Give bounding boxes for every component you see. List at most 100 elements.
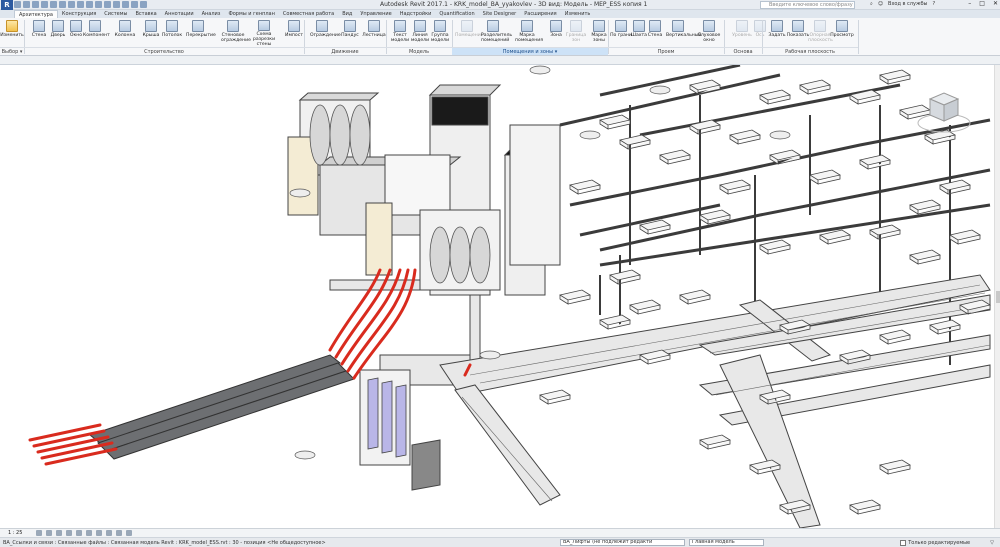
editable-only-toggle[interactable]: Только редактируемые (900, 539, 970, 546)
ribbon-button[interactable]: Марка помещения (515, 19, 543, 47)
status-text: BA_Ссылки и связи : Связанные файлы : Св… (3, 539, 326, 546)
ribbon-button[interactable]: Лестница (362, 19, 386, 47)
ribbon-button[interactable]: Граница зон (564, 19, 588, 47)
ribbon-button[interactable]: Компонент (83, 19, 110, 47)
view-scale[interactable]: 1 : 25 (0, 530, 34, 536)
ribbon-button[interactable]: Колонна (113, 19, 137, 47)
text-icon[interactable] (95, 1, 102, 8)
ribbon-panel-title[interactable]: Движение (304, 47, 386, 55)
reveal-hidden-icon[interactable] (116, 530, 122, 536)
ribbon-panel-title[interactable]: Модель (386, 47, 452, 55)
crop-view-icon[interactable] (76, 530, 82, 536)
ribbon-tab[interactable]: Анализ (198, 10, 225, 18)
search-input[interactable]: Введите ключевое слово/фразу (760, 1, 855, 9)
3d-viewport[interactable] (0, 65, 1000, 528)
ribbon-button[interactable]: Схема разрезки стены (252, 19, 276, 47)
design-option-selector[interactable]: Главная модель (689, 539, 764, 546)
analytical-model-icon[interactable] (126, 530, 132, 536)
scroll-thumb[interactable] (996, 291, 1000, 303)
lock-view-icon[interactable] (96, 530, 102, 536)
ribbon-button-label: Перекрытие (186, 33, 216, 38)
tag-icon[interactable] (86, 1, 93, 8)
ribbon-tab[interactable]: Архитектура (14, 10, 58, 18)
ribbon-panel-title[interactable]: Помещения и зоны ▾ (452, 47, 608, 55)
ribbon-button[interactable]: Помещение (455, 19, 484, 47)
ribbon-tab[interactable]: Системы (100, 10, 131, 18)
ribbon-button[interactable]: Просмотр (830, 19, 854, 47)
ribbon-button[interactable]: Перекрытие (186, 19, 216, 47)
editable-only-checkbox[interactable] (900, 539, 907, 546)
ribbon-tabs: Архитектура Конструкция Системы Вставка Анно… (0, 10, 1000, 18)
undo-icon[interactable] (41, 1, 48, 8)
open-icon[interactable] (14, 1, 21, 8)
ribbon-tab[interactable]: Совместная работа (279, 10, 338, 18)
ribbon-panel-title[interactable]: Выбор ▾ (0, 47, 24, 55)
tool-icon (368, 20, 380, 32)
minimize-icon[interactable]: – (968, 0, 971, 7)
section-icon[interactable] (113, 1, 120, 8)
sun-path-icon[interactable] (56, 530, 62, 536)
maximize-icon[interactable]: □ (979, 0, 985, 7)
ribbon-button[interactable]: Стена (643, 19, 667, 47)
ribbon-tab[interactable]: Аннотации (161, 10, 198, 18)
show-crop-icon[interactable] (86, 530, 92, 536)
luminaire (618, 134, 652, 150)
application-menu-button[interactable]: R (1, 0, 13, 10)
ribbon-tab[interactable]: Управление (356, 10, 395, 18)
vertical-scrollbar[interactable] (994, 65, 1000, 528)
viewcube[interactable] (916, 85, 972, 135)
binoculars-icon[interactable]: ⌕ (870, 1, 873, 7)
filter-icon[interactable]: ▽ (990, 540, 994, 546)
ribbon-button[interactable]: Разделитель помещений (481, 19, 512, 47)
ribbon-button[interactable]: Вертикальный (666, 19, 701, 47)
ribbon-panel-title[interactable]: Строительство (24, 47, 304, 55)
ribbon-button[interactable]: Ограждение (310, 19, 341, 47)
luminaire (858, 154, 892, 170)
switch-windows-icon[interactable] (140, 1, 147, 8)
ribbon-button[interactable]: Опорная плоскость (808, 19, 833, 47)
sync-icon[interactable] (32, 1, 39, 8)
print-icon[interactable] (59, 1, 66, 8)
ribbon-button[interactable]: Потолок (160, 19, 184, 47)
ribbon-tab[interactable]: Расширения (520, 10, 560, 18)
ribbon-button[interactable]: Пандус (338, 19, 362, 47)
ribbon-panel-title[interactable]: Рабочая плоскость (762, 47, 858, 55)
ribbon-button-label: Показать (786, 33, 810, 38)
ribbon-button[interactable]: Изменить (0, 19, 24, 47)
thin-lines-icon[interactable] (122, 1, 129, 8)
3d-view-icon[interactable] (104, 1, 111, 8)
ribbon-tab[interactable]: Надстройки (396, 10, 436, 18)
ribbon-tab[interactable]: Формы и генплан (224, 10, 278, 18)
tool-icon (736, 20, 748, 32)
ribbon-button[interactable]: Слуховое окно (697, 19, 721, 47)
ribbon-button[interactable]: Стеновое ограждение (221, 19, 251, 47)
tool-icon (6, 20, 18, 32)
ribbon-tab[interactable]: Site Designer (479, 10, 521, 18)
ribbon-tab[interactable]: Изменить (561, 10, 595, 18)
ribbon-tab[interactable]: Вставка (131, 10, 160, 18)
user-icon[interactable]: ☺ (878, 1, 883, 7)
detail-level-icon[interactable] (36, 530, 42, 536)
temporary-hide-icon[interactable] (106, 530, 112, 536)
title-bar: R Autodesk Revit 2017.1 - KRK_model_BA_y… (0, 0, 1000, 10)
ribbon-tab[interactable]: Вид (338, 10, 356, 18)
measure-icon[interactable] (68, 1, 75, 8)
ribbon-panel-title[interactable]: Основа (724, 47, 762, 55)
shadows-icon[interactable] (66, 530, 72, 536)
ribbon-panel-title[interactable]: Проем (608, 47, 724, 55)
ribbon-button[interactable]: Показать (786, 19, 810, 47)
ribbon-button[interactable]: Группа модели (428, 19, 452, 47)
ribbon-tab[interactable]: Quantification (435, 10, 478, 18)
aligned-dimension-icon[interactable] (77, 1, 84, 8)
ribbon-tab[interactable]: Конструкция (58, 10, 100, 18)
workset-selector[interactable]: BA_Лифты (не подлежит редакти (560, 539, 685, 546)
ribbon-button-label: Группа модели (430, 33, 450, 43)
save-icon[interactable] (23, 1, 30, 8)
visual-style-icon[interactable] (46, 530, 52, 536)
help-icon[interactable]: ? (933, 1, 936, 7)
close-hidden-windows-icon[interactable] (131, 1, 138, 8)
ribbon-button[interactable]: Импост (282, 19, 306, 47)
sign-in-label[interactable]: Вход в службы (888, 1, 927, 7)
close-icon[interactable]: ✕ (993, 0, 998, 7)
redo-icon[interactable] (50, 1, 57, 8)
